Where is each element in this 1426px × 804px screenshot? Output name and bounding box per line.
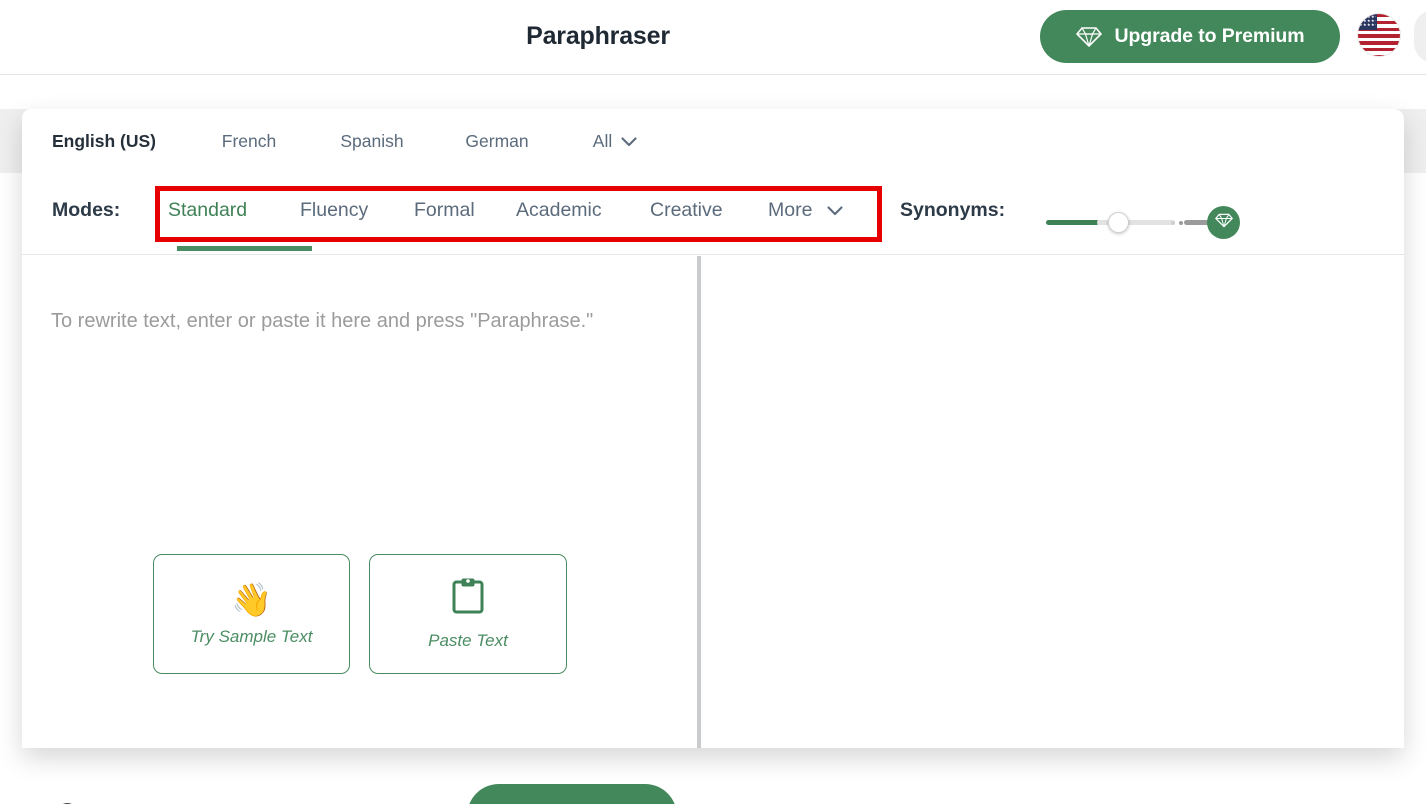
- mode-active-underline: [177, 246, 312, 251]
- waving-hand-icon: 👋: [231, 582, 272, 618]
- chevron-down-icon: [827, 199, 843, 222]
- upgrade-button-label: Upgrade to Premium: [1115, 25, 1305, 48]
- tab-spanish[interactable]: Spanish: [318, 109, 426, 173]
- page-title: Paraphraser: [0, 22, 1196, 51]
- language-tabs: English (US) French Spanish German All: [22, 109, 1404, 173]
- mode-more-label: More: [768, 199, 812, 221]
- edge-pill-partial: [1414, 10, 1426, 63]
- paraphraser-card: Modes: Standard Fluency Formal Academic …: [22, 109, 1404, 748]
- paste-text-card[interactable]: Paste Text: [369, 554, 567, 674]
- us-flag-icon[interactable]: ★★★★★★★★★★★★★★★: [1357, 13, 1401, 57]
- tab-german-label: German: [465, 131, 528, 152]
- mode-fluency[interactable]: Fluency: [300, 199, 368, 222]
- mode-standard[interactable]: Standard: [168, 199, 247, 222]
- modes-label: Modes:: [52, 199, 120, 222]
- tab-english-us[interactable]: English (US): [22, 109, 186, 173]
- mode-academic[interactable]: Academic: [516, 199, 602, 222]
- modes-toolbar: Modes: Standard Fluency Formal Academic …: [22, 173, 1404, 255]
- slider-tick-dot: [1179, 221, 1183, 225]
- app-root: Paraphraser Upgrade to Premium: [0, 0, 1426, 804]
- output-pane[interactable]: [701, 256, 1404, 748]
- slider-premium-knob[interactable]: [1207, 206, 1240, 239]
- tab-all[interactable]: All: [572, 109, 658, 173]
- tab-french[interactable]: French: [200, 109, 298, 173]
- mode-creative[interactable]: Creative: [650, 199, 723, 222]
- tab-german[interactable]: German: [442, 109, 552, 173]
- slider-track-filled: [1046, 220, 1099, 225]
- tab-all-label: All: [593, 131, 612, 152]
- upgrade-to-premium-button[interactable]: Upgrade to Premium: [1040, 10, 1340, 63]
- synonyms-label: Synonyms:: [900, 199, 1005, 222]
- chevron-down-icon: [621, 131, 637, 152]
- tab-french-label: French: [222, 131, 276, 152]
- input-pane[interactable]: To rewrite text, enter or paste it here …: [22, 256, 697, 748]
- try-sample-text-card[interactable]: 👋 Try Sample Text: [153, 554, 350, 674]
- mode-formal-label: Formal: [414, 199, 475, 221]
- editor-panes: To rewrite text, enter or paste it here …: [22, 256, 1404, 748]
- clipboard-icon: [451, 577, 485, 622]
- paste-text-label: Paste Text: [428, 631, 508, 651]
- top-bar: Paraphraser Upgrade to Premium: [0, 0, 1426, 75]
- mode-more[interactable]: More: [768, 199, 843, 222]
- mode-creative-label: Creative: [650, 199, 723, 221]
- input-placeholder: To rewrite text, enter or paste it here …: [51, 298, 651, 345]
- synonyms-slider[interactable]: [1046, 206, 1256, 242]
- tab-english-us-label: English (US): [52, 131, 156, 152]
- diamond-icon: [1076, 26, 1102, 48]
- try-sample-text-label: Try Sample Text: [191, 627, 313, 647]
- diamond-icon: [1215, 213, 1233, 233]
- slider-tick-dot: [1171, 221, 1175, 225]
- mode-academic-label: Academic: [516, 199, 602, 221]
- mode-standard-label: Standard: [168, 199, 247, 221]
- slider-handle[interactable]: [1108, 212, 1129, 233]
- mode-formal[interactable]: Formal: [414, 199, 475, 222]
- paraphrase-button[interactable]: Paraphrase: [467, 784, 677, 804]
- mode-fluency-label: Fluency: [300, 199, 368, 221]
- tab-spanish-label: Spanish: [340, 131, 403, 152]
